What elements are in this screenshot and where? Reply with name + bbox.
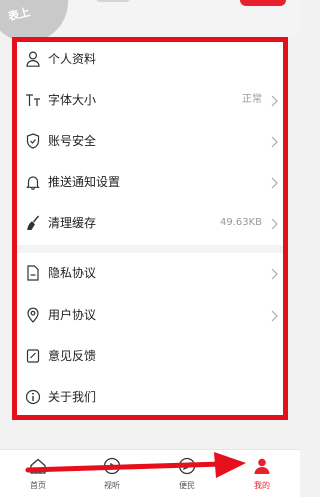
compass-icon [177, 456, 197, 476]
bell-icon [25, 173, 41, 191]
menu-item-label: 意见反馈 [48, 349, 97, 363]
menu-item-account-security[interactable]: 账号安全 [12, 121, 288, 161]
menu-item-profile[interactable]: 个人资料 [12, 39, 288, 79]
menu-item-label: 字体大小 [48, 93, 97, 107]
nav-item-services[interactable]: 便民 [161, 450, 213, 497]
menu-item-push-settings[interactable]: 推送通知设置 [12, 162, 288, 202]
nav-label: 首页 [30, 481, 46, 490]
shield-check-icon [25, 132, 41, 150]
document-icon [25, 264, 41, 282]
nav-item-video[interactable]: 视听 [86, 450, 138, 497]
menu-item-feedback[interactable]: 意见反馈 [12, 336, 288, 376]
nav-label: 便民 [179, 481, 195, 490]
info-icon [25, 388, 41, 406]
avatar-text: 表上 [6, 5, 32, 24]
menu-item-about-us[interactable]: 关于我们 [12, 377, 288, 417]
chevron-right-icon [268, 308, 280, 322]
menu-item-label: 推送通知设置 [48, 175, 121, 189]
nav-item-mine[interactable]: 我的 [236, 450, 288, 497]
settings-card: 个人资料 字体大小 正常 账号安全 推送通知设置 清理缓存 49.63KB 隐私… [12, 37, 288, 419]
menu-item-label: 用户协议 [48, 308, 97, 322]
menu-item-label: 个人资料 [48, 52, 97, 66]
header-action-button[interactable] [240, 0, 286, 6]
menu-item-clear-cache[interactable]: 清理缓存 49.63KB [12, 203, 288, 243]
menu-item-label: 账号安全 [48, 134, 97, 148]
nav-label: 我的 [254, 481, 270, 490]
username-placeholder [96, 0, 130, 2]
chevron-right-icon [268, 216, 280, 230]
broom-icon [25, 214, 41, 232]
nav-item-home[interactable]: 首页 [12, 450, 64, 497]
home-icon [28, 456, 48, 476]
chevron-right-icon [268, 93, 280, 107]
menu-item-font-size[interactable]: 字体大小 正常 [12, 80, 288, 120]
location-pin-icon [25, 306, 41, 324]
font-size-value: 正常 [242, 94, 262, 105]
play-icon [102, 456, 122, 476]
cache-size-value: 49.63KB [219, 217, 262, 228]
avatar[interactable]: 表上 [0, 0, 68, 42]
menu-item-privacy-policy[interactable]: 隐私协议 [12, 253, 288, 293]
bottom-nav: 首页 视听 便民 我的 [0, 449, 300, 497]
chevron-right-icon [268, 266, 280, 280]
user-icon [252, 456, 272, 476]
person-icon [25, 50, 41, 68]
chevron-right-icon [268, 134, 280, 148]
profile-header: 表上 [0, 0, 300, 42]
nav-label: 视听 [104, 481, 120, 490]
menu-item-label: 隐私协议 [48, 266, 97, 280]
chevron-right-icon [268, 175, 280, 189]
edit-feedback-icon [25, 347, 41, 365]
font-size-icon [25, 91, 41, 109]
menu-item-label: 清理缓存 [48, 216, 97, 230]
menu-item-user-agreement[interactable]: 用户协议 [12, 295, 288, 335]
menu-item-label: 关于我们 [48, 390, 97, 404]
section-divider [12, 245, 288, 253]
